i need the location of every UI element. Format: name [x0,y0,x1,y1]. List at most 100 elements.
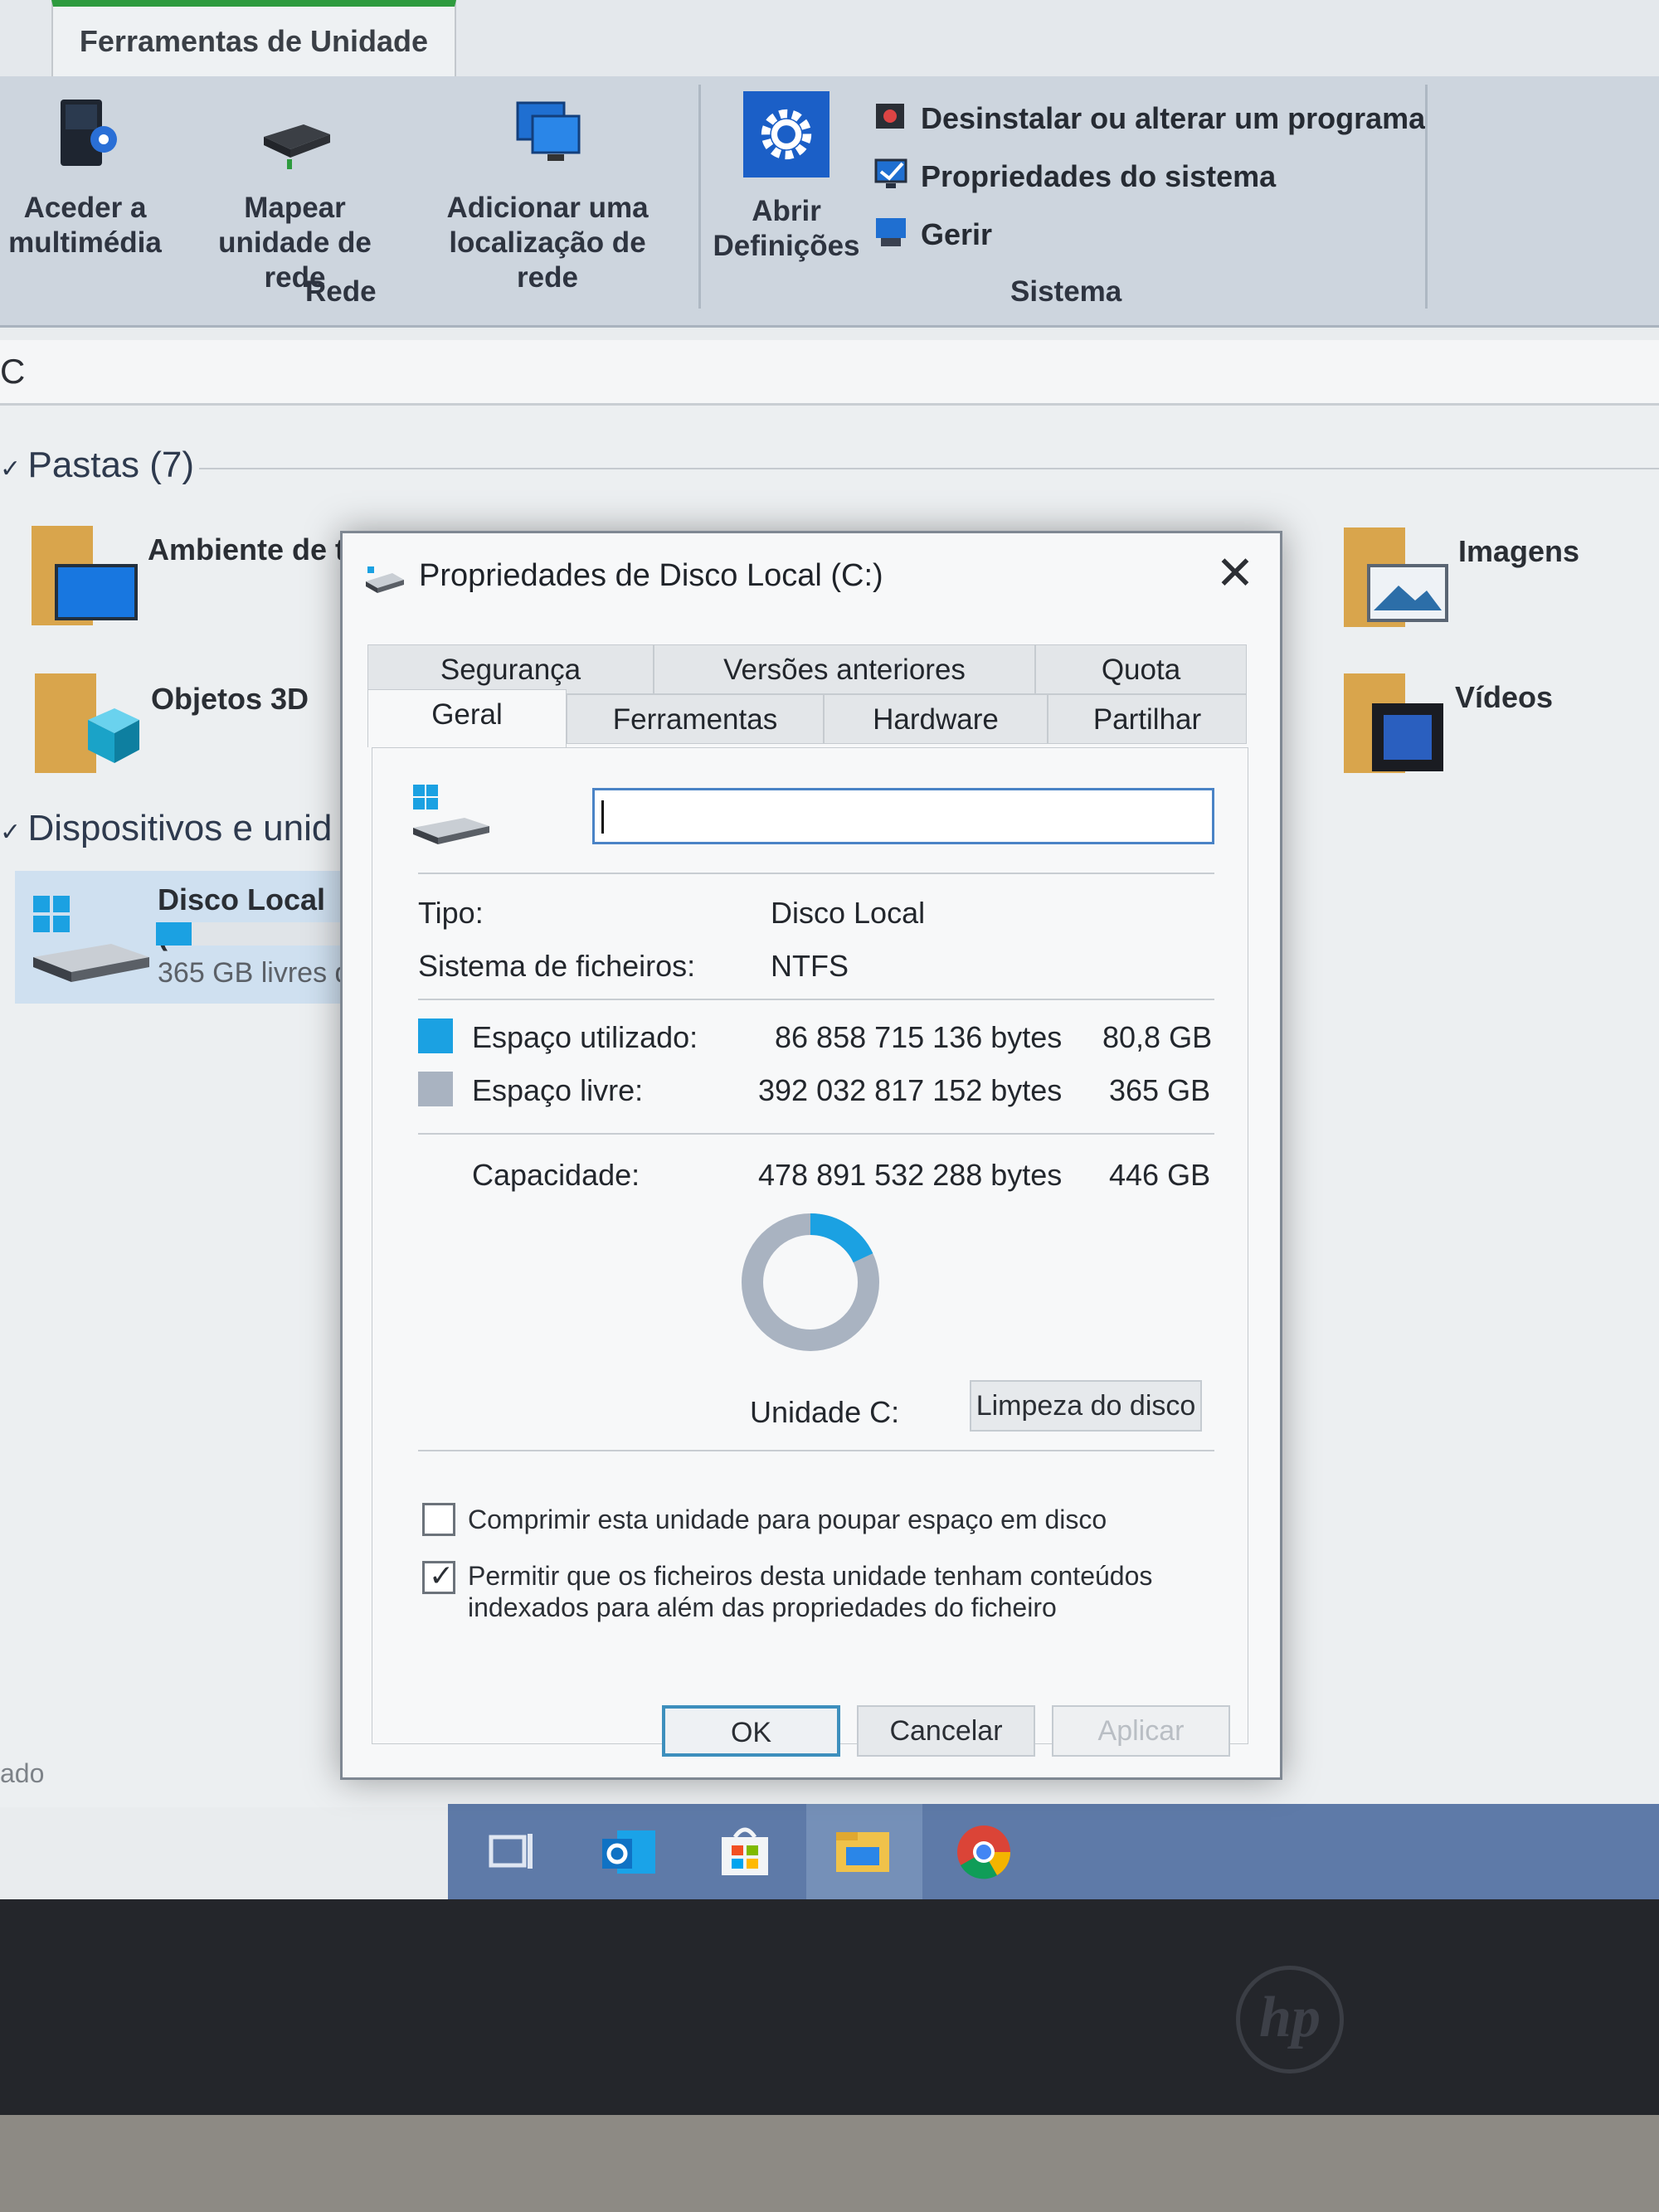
folder-3d-objects[interactable] [35,670,143,778]
folder-videos[interactable] [1344,670,1452,778]
capacity-label: Capacidade: [472,1158,640,1192]
free-space-bytes: 392 032 817 152 bytes [758,1073,1063,1107]
folder-images[interactable] [1344,524,1452,632]
ribbon-tab-bar: Ferramentas de Unidade [0,0,1659,76]
laptop-bezel [0,1899,1659,2115]
tab-quota[interactable]: Quota [1035,644,1247,694]
uninstall-icon [873,97,909,144]
capacity-gb: 446 GB [1109,1158,1211,1192]
drive-free-space: 365 GB livres d [158,957,351,989]
manage-link[interactable]: Gerir [873,213,992,255]
drive-tile-c[interactable]: Disco Local (C 365 GB livres d [15,871,363,1004]
tab-general[interactable]: Geral [367,689,567,747]
divider [418,999,1214,1000]
drive-capacity-bar [156,922,355,946]
folder-desktop[interactable] [32,523,139,630]
uninstall-program-label: Desinstalar ou alterar um programa [921,101,1426,136]
tab-tools[interactable]: Ferramentas [567,694,824,744]
desk-surface [0,2115,1659,2212]
status-bar-text: ado [0,1758,45,1788]
tab-sharing[interactable]: Partilhar [1048,694,1247,744]
tab-hardware[interactable]: Hardware [824,694,1048,744]
desktop-folder-icon [32,526,138,625]
system-properties-link[interactable]: Propriedades do sistema [873,155,1276,197]
chevron-down-icon: ✓ [0,819,28,846]
close-icon[interactable]: ✕ [1210,548,1260,598]
tab-drive-tools[interactable]: Ferramentas de Unidade [51,0,456,76]
group-label-system: Sistema [1010,275,1122,308]
open-settings-button[interactable]: Abrir Definições [712,91,861,264]
compress-checkbox[interactable] [422,1503,455,1536]
free-space-gb: 365 GB [1109,1073,1211,1107]
file-explorer-icon[interactable] [831,1822,894,1882]
devices-header[interactable]: ✓ Dispositivos e unid [0,808,332,849]
folder-label: Imagens [1458,534,1580,568]
folder-label: Vídeos [1455,680,1554,714]
videos-folder-icon [1344,673,1443,773]
tab-previous-versions[interactable]: Versões anteriores [654,644,1035,694]
group-label-network: Rede [305,275,377,308]
task-view-icon[interactable] [481,1822,544,1882]
filesystem-label: Sistema de ficheiros: [418,949,696,983]
section-divider [199,468,1659,469]
compress-label: Comprimir esta unidade para poupar espaç… [468,1505,1107,1534]
chrome-icon[interactable] [952,1822,1015,1882]
map-network-drive-button[interactable]: Mapear unidade de rede [181,91,409,295]
usage-donut-chart [742,1213,879,1351]
network-location-icon [415,91,680,182]
system-properties-label: Propriedades do sistema [921,159,1277,194]
folder-label: Ambiente de t [148,532,346,566]
drive-name-input[interactable] [592,788,1214,844]
uninstall-program-link[interactable]: Desinstalar ou alterar um programa [873,97,1425,139]
folders-header-label: Pastas (7) [27,445,194,485]
used-space-swatch [418,1018,453,1053]
drive-icon [366,566,404,593]
check-icon: ✓ [429,1558,455,1592]
tab-row-front: Geral Ferramentas Hardware Partilhar [367,689,1247,747]
images-folder-icon [1344,527,1448,627]
index-checkbox[interactable]: ✓ [422,1558,455,1594]
manage-label: Gerir [921,217,993,252]
hp-logo: hp [1236,1966,1344,2073]
add-network-location-button[interactable]: Adicionar uma localização de rede [415,91,680,295]
cancel-button[interactable]: Cancelar [857,1705,1035,1757]
media-icon [0,91,170,182]
text-caret [601,800,604,834]
screen: Ferramentas de Unidade Aceder a multiméd… [0,0,1659,1899]
access-media-label: Aceder a multimédia [8,192,162,259]
capacity-bytes: 478 891 532 288 bytes [758,1158,1063,1192]
store-icon[interactable] [713,1822,776,1882]
taskbar [448,1804,1659,1899]
address-bar[interactable]: C [0,340,1659,406]
ribbon-separator [698,85,701,309]
manage-icon [873,213,909,260]
devices-header-label: Dispositivos e unid [27,808,333,848]
free-space-swatch [418,1072,453,1106]
type-label: Tipo: [418,896,484,930]
3d-objects-folder-icon [35,673,139,773]
drive-large-icon [413,785,489,844]
outlook-icon[interactable] [597,1822,660,1882]
free-space-label: Espaço livre: [472,1073,644,1107]
drive-letter-label: Unidade C: [750,1395,900,1429]
drive-capacity-fill [156,922,192,946]
index-label-line2: indexados para além das propriedades do … [468,1592,1057,1622]
access-media-button[interactable]: Aceder a multimédia [0,91,170,260]
tab-row-back: Segurança Versões anteriores Quota [367,641,1247,695]
index-label-line1: Permitir que os ficheiros desta unidade … [468,1561,1153,1591]
dialog-title: Propriedades de Disco Local (C:) [419,558,883,593]
disk-cleanup-button[interactable]: Limpeza do disco [970,1380,1202,1432]
ribbon: Aceder a multimédia Mapear unidade de re… [0,76,1659,328]
disk-properties-dialog: Propriedades de Disco Local (C:) ✕ Segur… [340,531,1282,1780]
apply-button[interactable]: Aplicar [1052,1705,1230,1757]
ok-button[interactable]: OK [662,1705,840,1757]
dialog-title-bar[interactable]: Propriedades de Disco Local (C:) ✕ [343,533,1280,616]
folder-label: Objetos 3D [151,682,309,716]
divider [418,1450,1214,1451]
ribbon-separator [1425,85,1428,309]
address-text: C [0,352,26,391]
open-settings-label: Abrir Definições [713,195,860,262]
type-value: Disco Local [771,896,926,930]
folders-header[interactable]: ✓ Pastas (7) [0,445,194,486]
tab-security[interactable]: Segurança [367,644,654,694]
